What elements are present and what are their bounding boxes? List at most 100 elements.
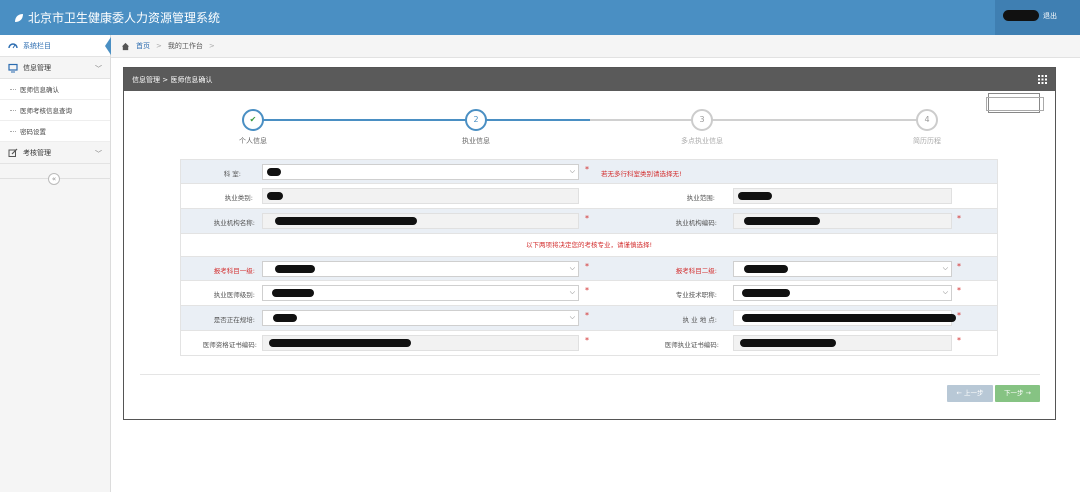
step-3-label: 多点执业信息 [681,137,723,145]
institution-name-label: 执业机构名称: [213,219,255,227]
user-name-redacted [1003,10,1039,21]
physician-level-select[interactable]: ⌵ [262,285,579,301]
form-row-practice-type: 执业类别: 执业范围: [180,184,998,209]
sidebar-item-system[interactable]: 系统栏目 [0,35,111,57]
redacted-value [744,265,788,273]
edit-icon [8,148,18,157]
department-hint: 若无多行科室类别请选择无! [601,170,682,178]
prev-step-button[interactable]: ← 上一步 [947,385,993,402]
practice-location-label: 执 业 地 点: [682,316,717,324]
step-progress-current [476,119,590,121]
redacted-value [267,168,281,176]
required-star: * [957,286,961,295]
required-star: * [585,311,589,320]
exam-subject-2-select[interactable]: ⌵ [733,261,952,277]
top-bar: 北京市卫生健康委人力资源管理系统 退出 [0,0,1080,35]
redacted-value [742,314,956,322]
required-star: * [585,336,589,345]
chevron-down-icon: ⌵ [569,167,575,175]
form-row-institution: 执业机构名称: * 执业机构编码: * [180,209,998,234]
practice-location-input[interactable] [733,310,956,326]
qualification-cert-field [262,335,579,351]
chevron-down-icon: ⌵ [569,313,575,321]
sidebar-sub-password[interactable]: 密码设置 [0,121,110,142]
physician-level-label: 执业医师级别: [213,291,255,299]
sidebar-collapse-button[interactable]: « [48,173,60,185]
practice-type-field [262,188,579,204]
residency-label: 是否正在规培: [213,316,255,324]
required-star: * [957,336,961,345]
chevron-down-icon: ﹀ [95,65,102,73]
step-1-circle[interactable]: ✔ [242,109,264,131]
panel-header: 信息管理 > 医师信息确认 [124,68,1055,91]
institution-code-field [733,213,952,229]
step-4-label: 简历历程 [913,137,941,145]
form-row-physician-level: 执业医师级别: ⌵ * 专业技术职称: ⌵ * [180,281,998,306]
form-row-certificates: 医师资格证书编码: * 医师执业证书编码: * [180,331,998,356]
practice-scope-label: 执业范围: [686,194,715,202]
redacted-value [744,217,820,225]
exam-subject-2-label: 报考科目二级: [675,267,717,275]
leaf-icon [15,13,23,22]
sidebar-sub-exam-query[interactable]: 医师考核信息查询 [0,100,110,121]
chevron-down-icon: ⌵ [569,288,575,296]
form-row-department: 科 室: ⌵ * 若无多行科室类别请选择无! [180,159,998,184]
sidebar-sub-doctor-confirm[interactable]: 医师信息确认 [0,79,110,100]
form-row-residency: 是否正在规培: ⌵ * 执 业 地 点: * [180,306,998,331]
sidebar-item-label: 系统栏目 [23,41,51,50]
practice-scope-field [733,188,952,204]
monitor-icon [8,63,18,72]
redacted-value [275,265,315,273]
required-star: * [957,214,961,223]
step-4-circle[interactable]: 4 [916,109,938,131]
breadcrumb-separator: > [208,42,215,50]
practice-cert-label: 医师执业证书编码: [664,341,719,349]
chevron-down-icon: ⌵ [942,288,948,296]
sidebar-item-label: 信息管理 [23,63,51,72]
required-star: * [957,262,961,271]
app-title: 北京市卫生健康委人力资源管理系统 [28,11,221,25]
redacted-value [742,289,790,297]
chevron-down-icon: ﹀ [95,150,102,158]
step-progress-remaining [590,119,927,121]
exam-specialty-notice: 以下两项将决定您的考核专业，请谨慎选择! [180,234,998,256]
breadcrumb-current: 我的工作台 [167,42,203,50]
panel-title: 信息管理 > 医师信息确认 [132,75,213,84]
chevron-down-icon: ⌵ [569,264,575,272]
sidebar-item-info[interactable]: 信息管理 ﹀ [0,57,110,79]
step-2-label: 执业信息 [462,137,490,145]
home-icon [121,42,130,50]
redacted-value [267,192,283,200]
breadcrumb-home[interactable]: 首页 [136,41,150,51]
step-1-label: 个人信息 [239,137,267,145]
logout-link[interactable]: 退出 [1043,11,1057,21]
exam-subject-1-select[interactable]: ⌵ [262,261,579,277]
practice-cert-field [733,335,952,351]
breadcrumb: 首页 > 我的工作台 > [111,35,1080,58]
department-label: 科 室: [223,170,241,178]
form-divider [140,374,1040,375]
sidebar: 系统栏目 信息管理 ﹀ 医师信息确认 医师考核信息查询 密码设置 考核管理 ﹀ … [0,35,111,492]
form-row-exam-subject: 报考科目一级: ⌵ * 报考科目二级: ⌵ * [180,256,998,281]
sidebar-item-label: 考核管理 [23,148,51,157]
step-2-circle[interactable]: 2 [465,109,487,131]
step-3-circle[interactable]: 3 [691,109,713,131]
redacted-value [738,192,772,200]
professional-title-select[interactable]: ⌵ [733,285,952,301]
redacted-value [269,339,411,347]
required-star: * [585,286,589,295]
grid-icon[interactable] [1038,75,1047,84]
next-step-button[interactable]: 下一步 → [995,385,1040,402]
required-star: * [585,165,589,174]
required-star: * [585,262,589,271]
residency-select[interactable]: ⌵ [262,310,579,326]
institution-code-label: 执业机构编码: [675,219,717,227]
qualification-cert-label: 医师资格证书编码: [202,341,257,349]
sidebar-item-exam[interactable]: 考核管理 ﹀ [0,142,110,164]
app-brand: 北京市卫生健康委人力资源管理系统 [14,9,220,26]
redacted-value [740,339,836,347]
step-progress-done [253,119,476,121]
required-star: * [585,214,589,223]
dashboard-icon [8,42,18,48]
department-select[interactable]: ⌵ [262,164,579,180]
